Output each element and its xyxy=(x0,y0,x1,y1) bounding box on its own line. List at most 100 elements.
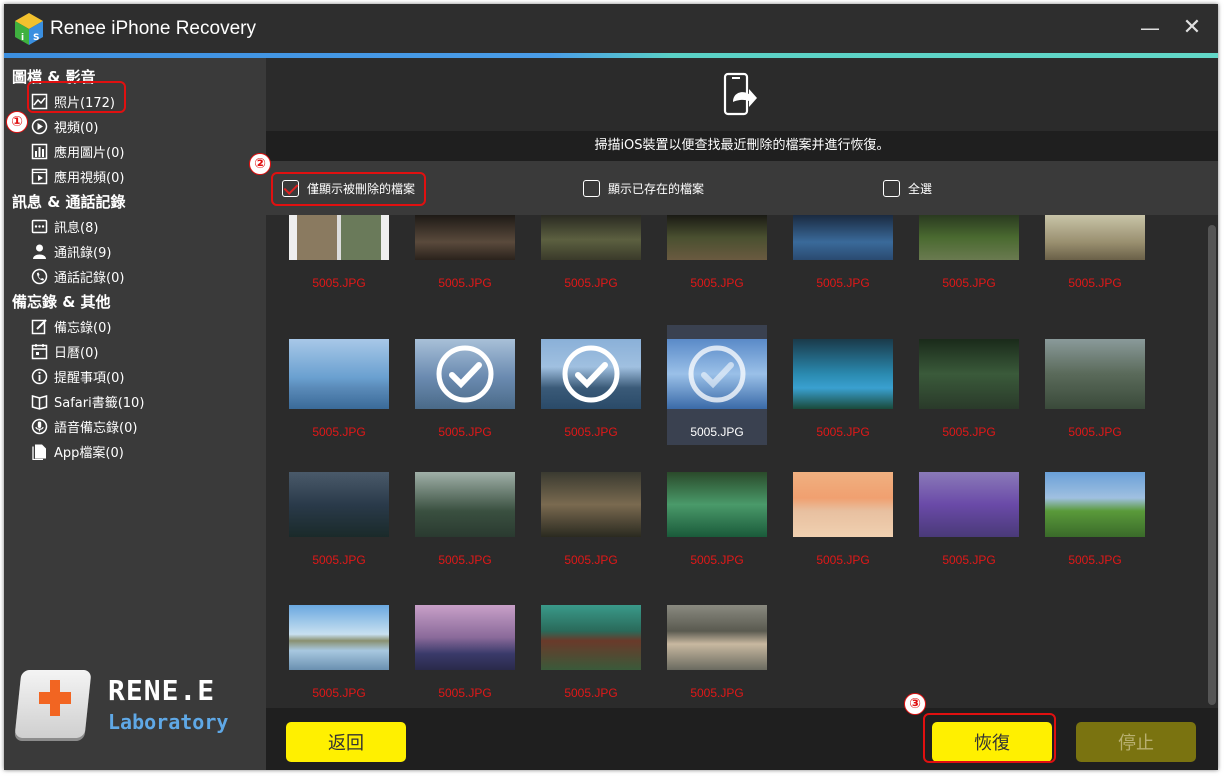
sidebar-item-label: 日曆(0) xyxy=(54,345,99,361)
sidebar-item-label: 語音備忘錄(0) xyxy=(54,420,138,436)
photo-tile[interactable]: 5005.JPG xyxy=(1045,325,1145,439)
photo-thumbnail xyxy=(793,339,893,409)
photo-filename: 5005.JPG xyxy=(564,425,618,439)
check-circle-icon xyxy=(562,345,620,403)
sidebar-item-messages[interactable]: 訊息(8) xyxy=(31,215,98,237)
message-icon xyxy=(31,218,48,235)
sidebar-section-notes: 備忘錄 & 其他 xyxy=(12,293,111,311)
photo-thumbnail xyxy=(919,339,1019,409)
sidebar-item-label: 提醒事項(0) xyxy=(54,370,125,386)
sidebar-item-label: 視頻(0) xyxy=(54,120,99,136)
photo-filename: 5005.JPG xyxy=(1068,425,1122,439)
minimize-button[interactable]: — xyxy=(1138,16,1162,40)
photo-tile[interactable]: 5005.JPG xyxy=(919,458,1019,567)
photo-thumbnail xyxy=(793,472,893,537)
photo-tile[interactable]: 5005.JPG xyxy=(289,458,389,567)
back-button[interactable]: 返回 xyxy=(286,722,406,762)
sidebar-item-app-files[interactable]: App檔案(0) xyxy=(31,440,124,462)
photo-tile[interactable]: 5005.JPG xyxy=(415,591,515,700)
vertical-scrollbar[interactable] xyxy=(1206,215,1218,708)
sidebar-item-reminders[interactable]: 提醒事項(0) xyxy=(31,365,124,387)
stop-button[interactable]: 停止 xyxy=(1076,722,1196,762)
close-button[interactable]: ✕ xyxy=(1180,16,1204,40)
sidebar-item-label: App檔案(0) xyxy=(54,445,124,461)
photo-thumbnail xyxy=(541,472,641,537)
show-existing-checkbox[interactable]: 顯示已存在的檔案 xyxy=(583,179,704,197)
photo-filename: 5005.JPG xyxy=(564,686,618,700)
photo-thumbnail xyxy=(415,472,515,537)
photo-tile[interactable]: 5005.JPG xyxy=(667,458,767,567)
photo-thumbnail xyxy=(541,339,641,409)
photo-filename: 5005.JPG xyxy=(690,686,744,700)
select-all-checkbox[interactable]: 全選 xyxy=(883,179,932,197)
checkbox-unchecked-icon xyxy=(583,179,600,197)
photo-thumbnail xyxy=(667,472,767,537)
file-grid: 5005.JPG 5005.JPG 5005.JPG 5005.JPG 5005.JPG… xyxy=(266,215,1218,708)
photo-tile[interactable]: 5005.JPG xyxy=(541,325,641,439)
file-grid-viewport: 5005.JPG 5005.JPG 5005.JPG 5005.JPG 5005.JPG… xyxy=(266,215,1206,708)
sidebar-item-notes[interactable]: 備忘錄(0) xyxy=(31,315,111,337)
photo-tile[interactable]: 5005.JPG xyxy=(289,215,389,290)
phone-recovery-icon xyxy=(723,72,757,116)
phone-clock-icon xyxy=(31,268,48,285)
photo-tile[interactable]: 5005.JPG xyxy=(793,325,893,439)
svg-text:S: S xyxy=(33,33,39,43)
photo-filename: 5005.JPG xyxy=(312,276,366,290)
sidebar-item-videos[interactable]: 視頻(0) xyxy=(31,115,98,137)
sidebar-item-voice-memos[interactable]: 語音備忘錄(0) xyxy=(31,415,137,437)
app-window: i S Renee iPhone Recovery — ✕ 圖檔 & 影音 照片… xyxy=(4,4,1218,770)
photo-thumbnail xyxy=(415,339,515,409)
photo-filename: 5005.JPG xyxy=(1068,553,1122,567)
sidebar-item-label: 訊息(8) xyxy=(54,220,99,236)
sidebar-item-app-videos[interactable]: 應用視頻(0) xyxy=(31,165,124,187)
photo-tile[interactable]: 5005.JPG xyxy=(919,215,1019,290)
scrollbar-thumb[interactable] xyxy=(1208,225,1216,705)
app-title: Renee iPhone Recovery xyxy=(50,18,256,39)
sidebar-item-label: 通話記錄(0) xyxy=(54,270,125,286)
photo-thumbnail xyxy=(793,215,893,260)
photo-thumbnail xyxy=(289,215,389,260)
selected-circle-icon xyxy=(688,345,746,403)
photo-thumbnail xyxy=(667,605,767,670)
photo-tile[interactable]: 5005.JPG xyxy=(793,458,893,567)
photo-thumbnail xyxy=(541,605,641,670)
brand-title: RENE.E xyxy=(108,674,216,707)
main-panel: 掃描iOS裝置以便查找最近刪除的檔案并進行恢復。 僅顯示被刪除的檔案 顯示已存在… xyxy=(266,58,1218,770)
photo-filename: 5005.JPG xyxy=(690,276,744,290)
calendar-icon xyxy=(31,343,48,360)
photo-tile[interactable]: 5005.JPG xyxy=(289,325,389,439)
sidebar-item-label: 應用視頻(0) xyxy=(54,170,125,186)
photo-tile[interactable]: 5005.JPG xyxy=(541,458,641,567)
sidebar-item-safari-bookmarks[interactable]: Safari書籤(10) xyxy=(31,390,144,412)
sidebar-item-calendar[interactable]: 日曆(0) xyxy=(31,340,98,362)
photo-tile[interactable]: 5005.JPG xyxy=(1045,215,1145,290)
photo-tile[interactable]: 5005.JPG xyxy=(919,325,1019,439)
photo-tile[interactable]: 5005.JPG xyxy=(289,591,389,700)
photo-tile[interactable]: 5005.JPG xyxy=(793,215,893,290)
info-circle-icon xyxy=(31,368,48,385)
photo-tile[interactable]: 5005.JPG xyxy=(541,215,641,290)
photo-tile[interactable]: 5005.JPG xyxy=(667,215,767,290)
photo-filename: 5005.JPG xyxy=(438,276,492,290)
play-circle-icon xyxy=(31,118,48,135)
annotation-box-photos xyxy=(27,81,126,113)
svg-text:i: i xyxy=(21,33,24,43)
photo-tile[interactable]: 5005.JPG xyxy=(541,591,641,700)
sidebar-item-call-log[interactable]: 通話記錄(0) xyxy=(31,265,124,287)
action-bar: 返回 恢復 停止 xyxy=(266,708,1218,770)
photo-filename: 5005.JPG xyxy=(816,276,870,290)
photo-tile[interactable]: 5005.JPG xyxy=(1045,458,1145,567)
photo-tile[interactable]: 5005.JPG xyxy=(667,325,767,445)
annotation-number-3: ③ xyxy=(904,693,926,715)
photo-thumbnail xyxy=(919,472,1019,537)
sidebar-item-label: Safari書籤(10) xyxy=(54,395,145,411)
annotation-number-2: ② xyxy=(249,153,271,175)
photo-tile[interactable]: 5005.JPG xyxy=(667,591,767,700)
photo-tile[interactable]: 5005.JPG xyxy=(415,325,515,439)
photo-tile[interactable]: 5005.JPG xyxy=(415,458,515,567)
photo-thumbnail xyxy=(1045,339,1145,409)
person-icon xyxy=(31,243,48,260)
photo-tile[interactable]: 5005.JPG xyxy=(415,215,515,290)
sidebar-item-contacts[interactable]: 通訊錄(9) xyxy=(31,240,111,262)
sidebar-item-app-images[interactable]: 應用圖片(0) xyxy=(31,140,124,162)
